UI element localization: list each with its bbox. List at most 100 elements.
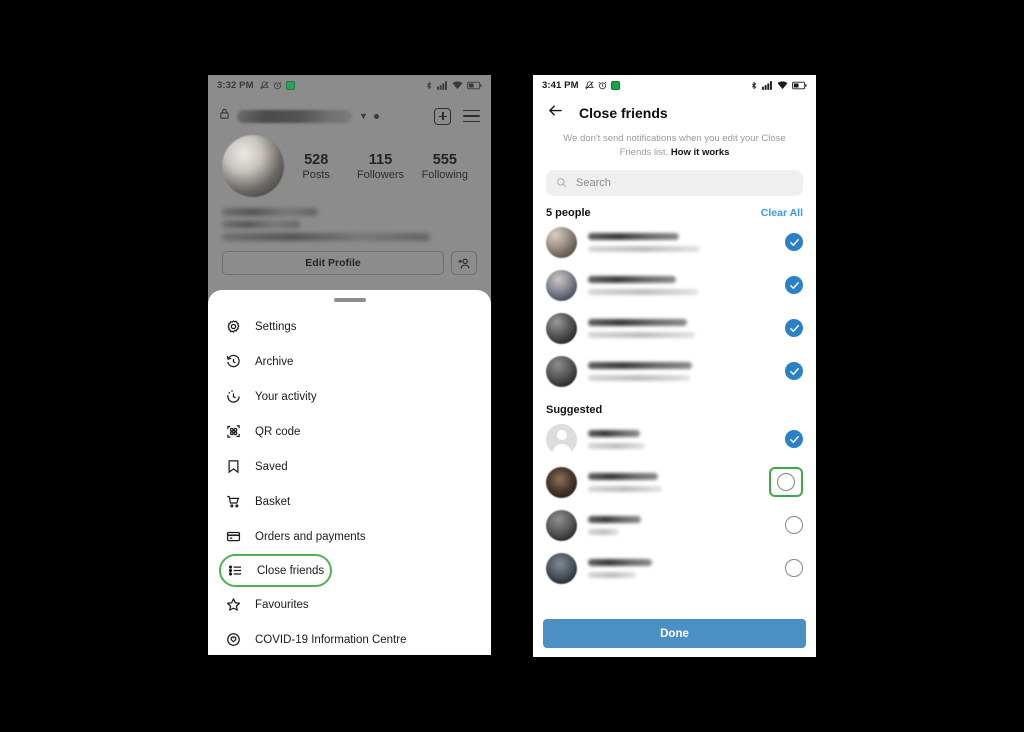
stat-posts[interactable]: 528 Posts xyxy=(284,152,348,181)
menu-item-label: Saved xyxy=(255,460,288,473)
menu-item-label: Your activity xyxy=(255,390,317,403)
signal-icon xyxy=(437,80,448,90)
checkbox-selected[interactable] xyxy=(785,362,803,381)
menu-item-covid-information-centre[interactable]: COVID-19 Information Centre xyxy=(208,622,491,655)
name-redacted xyxy=(588,429,640,437)
stat-followers[interactable]: 115 Followers xyxy=(348,152,412,181)
shopping-cart-icon xyxy=(222,494,244,509)
list-item-labels xyxy=(588,558,785,578)
menu-item-label: Orders and payments xyxy=(255,530,366,543)
screenshot-canvas: 3:32 PM ▼ 528 Posts 115 Followers 555 Fo… xyxy=(0,0,1024,732)
wifi-icon xyxy=(777,80,788,90)
name-redacted xyxy=(588,472,658,480)
notification-dot xyxy=(373,113,379,119)
gear-icon xyxy=(222,319,244,334)
checkbox-selected[interactable] xyxy=(785,276,803,295)
checkbox-unselected[interactable] xyxy=(777,473,795,492)
close-friends-subtitle: We don't send notifications when you edi… xyxy=(533,127,816,160)
done-bar: Done xyxy=(533,612,816,657)
menu-item-basket[interactable]: Basket xyxy=(208,484,491,519)
search-icon xyxy=(556,177,567,188)
list-item-labels xyxy=(588,232,785,252)
signal-icon xyxy=(762,80,773,90)
checkbox-selected[interactable] xyxy=(785,319,803,338)
menu-item-orders-and-payments[interactable]: Orders and payments xyxy=(208,519,491,554)
list-item[interactable] xyxy=(533,221,816,264)
close-friends-header: Close friends xyxy=(533,95,816,127)
search-input[interactable]: Search xyxy=(546,169,803,196)
list-item-labels xyxy=(588,361,785,381)
covid-info-icon xyxy=(222,632,244,647)
mute-icon xyxy=(584,80,594,90)
section-header-suggested: Suggested xyxy=(533,393,816,418)
username-redacted xyxy=(588,442,645,449)
list-item[interactable] xyxy=(533,547,816,590)
list-item[interactable] xyxy=(533,307,816,350)
menu-item-label: Close friends xyxy=(257,564,325,577)
right-status-bar: 3:41 PM xyxy=(533,75,816,95)
stat-following[interactable]: 555 Following xyxy=(413,152,477,181)
username-redacted xyxy=(588,528,619,535)
profile-top-bar: ▼ xyxy=(208,95,491,129)
checkbox-highlight-box xyxy=(769,467,803,498)
clear-all-button[interactable]: Clear All xyxy=(761,207,803,219)
alarm-icon xyxy=(273,81,282,90)
menu-item-label: Archive xyxy=(255,355,294,368)
list-item[interactable] xyxy=(533,504,816,547)
checkbox-unselected[interactable] xyxy=(785,516,803,535)
section-header-people: 5 people Clear All xyxy=(533,196,816,221)
stat-label: Followers xyxy=(356,168,405,181)
section-title: Suggested xyxy=(546,403,603,416)
avatar xyxy=(546,466,577,498)
username-redacted xyxy=(588,571,636,578)
profile-bio-redacted xyxy=(208,197,491,241)
edit-profile-button[interactable]: Edit Profile xyxy=(222,251,444,275)
search-container: Search xyxy=(533,160,816,196)
profile-header-dimmed: ▼ 528 Posts 115 Followers 555 Following … xyxy=(208,95,491,310)
menu-item-label: Settings xyxy=(255,320,297,333)
bluetooth-icon xyxy=(750,81,758,90)
username-redacted xyxy=(588,374,690,381)
username-redacted xyxy=(588,245,700,252)
lock-icon xyxy=(219,107,230,125)
activity-clock-icon xyxy=(222,389,244,404)
avatar xyxy=(546,552,577,584)
menu-item-saved[interactable]: Saved xyxy=(208,449,491,484)
list-item[interactable] xyxy=(533,461,816,504)
checkbox-selected[interactable] xyxy=(785,233,803,252)
add-person-icon[interactable] xyxy=(451,251,477,275)
checkbox-selected[interactable] xyxy=(785,430,803,449)
plus-square-icon[interactable] xyxy=(434,107,451,125)
left-phone-screenshot: 3:32 PM ▼ 528 Posts 115 Followers 555 Fo… xyxy=(208,75,491,655)
menu-item-your-activity[interactable]: Your activity xyxy=(208,379,491,414)
avatar[interactable] xyxy=(222,135,284,197)
done-button[interactable]: Done xyxy=(543,619,806,648)
menu-item-settings[interactable]: Settings xyxy=(208,309,491,344)
menu-item-label: QR code xyxy=(255,425,301,438)
username-redacted xyxy=(588,485,662,492)
menu-item-qr-code[interactable]: QR code xyxy=(208,414,491,449)
back-arrow-icon[interactable] xyxy=(547,103,564,123)
chevron-down-icon[interactable]: ▼ xyxy=(359,111,368,121)
list-fade-overlay xyxy=(533,602,816,612)
list-item[interactable] xyxy=(533,264,816,307)
status-time: 3:32 PM xyxy=(217,79,254,91)
avatar xyxy=(546,355,577,387)
page-title: Close friends xyxy=(579,105,668,121)
how-it-works-link[interactable]: How it works xyxy=(671,147,730,158)
list-item[interactable] xyxy=(533,418,816,461)
username-redacted xyxy=(588,331,695,338)
list-item-labels xyxy=(588,275,785,295)
list-item-labels xyxy=(588,318,785,338)
green-app-icon xyxy=(285,80,295,90)
menu-item-label: Basket xyxy=(255,495,291,508)
menu-item-archive[interactable]: Archive xyxy=(208,344,491,379)
drag-handle[interactable] xyxy=(333,298,366,302)
name-redacted xyxy=(588,515,641,523)
hamburger-menu-icon[interactable] xyxy=(463,109,480,123)
profile-action-buttons: Edit Profile xyxy=(208,241,491,275)
list-item[interactable] xyxy=(533,350,816,393)
checkbox-unselected[interactable] xyxy=(785,559,803,578)
menu-item-close-friends[interactable]: Close friends xyxy=(219,554,332,587)
menu-item-favourites[interactable]: Favourites xyxy=(208,587,491,622)
